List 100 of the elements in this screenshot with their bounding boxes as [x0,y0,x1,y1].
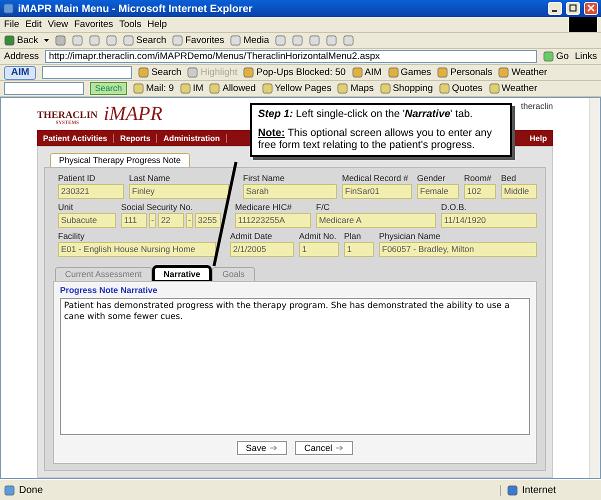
arrow-icon [336,445,344,451]
separator: - [186,213,193,228]
form-button[interactable]: Cancel [295,441,354,455]
product-logo: iMAPR [104,102,162,126]
field-label: Admit Date [230,230,274,242]
nav-item[interactable]: Help [524,134,553,142]
aim-search-field[interactable] [42,66,132,79]
field-label: Medical Record # [342,172,410,184]
toolbar-button[interactable]: Favorites [172,35,224,46]
menu-item[interactable]: Help [147,19,167,30]
aim-toolbar-button[interactable]: Games [388,67,432,78]
links-button[interactable]: Links [574,51,597,62]
toolbar-icon [488,83,500,94]
zone-text: Internet [522,484,556,496]
scrollbar[interactable] [589,98,600,478]
window-title: iMAPR Main Menu - Microsoft Internet Explorer [18,2,254,14]
toolbar-button[interactable]: Maps [337,83,374,94]
readonly-field: Finley [129,184,229,199]
toolbar-icon [352,67,363,78]
field-label: Patient ID [58,172,96,184]
toolbar-icon [209,83,220,94]
narrative-text-area[interactable]: Patient has demonstrated progress with the therapy program. She has demonstrated the ability to use a cane with some fewer cues. [60,298,530,435]
menu-item[interactable]: Favorites [74,19,114,30]
caret-icon [44,39,50,42]
maximize-button[interactable] [566,2,580,15]
field-label: Medicare HIC# [235,201,293,213]
toolbar-icon [343,35,354,46]
section-label: Progress Note Narrative [60,285,158,295]
toolbar-button[interactable]: Weather [488,83,538,94]
field-label: Room# [464,172,492,184]
go-button[interactable]: Go [543,51,569,62]
arrow-icon [270,445,278,451]
note-text: Note: This optional screen allows you to enter any free form text relating to the patient's progress. [258,126,493,152]
readonly-field: Medicare A [316,213,436,228]
nav-item[interactable]: Patient Activities [37,134,114,142]
toolbar-icon [262,83,273,94]
toolbar-icon [292,35,304,46]
field-label: F/C [316,201,331,213]
readonly-field: 3255 [194,213,222,228]
step-text: Step 1: Left single-click on the 'Narrative' tab. [258,108,474,121]
nav-item[interactable]: Administration [157,134,227,142]
toolbar-button[interactable]: Search [123,35,166,46]
readonly-field: 2/1/2005 [230,242,294,257]
readonly-field: Sarah [243,184,337,199]
readonly-field: Female [417,184,459,199]
field-label: Social Security No. [121,201,194,213]
toolbar-button[interactable]: IM [180,83,204,94]
readonly-field: E01 - English House Nursing Home [58,242,216,257]
tab[interactable]: Narrative [154,267,210,281]
readonly-field: 11/14/1920 [441,213,537,228]
back-button[interactable]: Back [4,35,38,46]
readonly-field: 22 [158,213,184,228]
address-field[interactable]: http://imapr.theraclin.com/iMAPRDemo/Menus/TheraclinHorizontalMenu2.aspx [44,50,538,63]
readonly-field: 230321 [58,184,124,199]
readonly-field: Middle [501,184,537,199]
menu-item[interactable]: Edit [25,19,42,30]
toolbar-button[interactable]: Shopping [380,83,433,94]
field-label: Gender [417,172,446,184]
search-field[interactable] [4,82,84,95]
toolbar-icon [230,35,242,46]
toolbar-button[interactable]: Allowed [209,83,256,94]
aim-toolbar-button[interactable]: AIM [352,67,382,78]
field-label: Last Name [129,172,172,184]
field-label: Facility [58,230,86,242]
toolbar-icon [438,83,450,94]
field-label: Plan [344,230,362,242]
readonly-field: 102 [464,184,496,199]
aim-toolbar-button[interactable]: Pop-Ups Blocked: 50 [243,67,346,78]
toolbar-button[interactable]: Quotes [438,83,482,94]
aim-toolbar-button[interactable]: Weather [498,67,548,78]
aim-toolbar-button[interactable]: Personals [437,67,492,78]
toolbar-icon [123,35,134,46]
nav-item[interactable]: Reports [114,134,158,142]
toolbar-icon [388,67,399,78]
readonly-field: 1 [344,242,374,257]
field-label: Physician Name [379,230,442,242]
field-label: Bed [501,172,518,184]
form-tab[interactable]: Physical Therapy Progress Note [50,153,190,167]
menu-item[interactable]: Tools [119,19,142,30]
logged-in-user: theraclin [520,101,553,111]
aim-toolbar-button[interactable]: Search [138,67,182,78]
field-label: D.O.B. [441,201,468,213]
field-label: First Name [243,172,286,184]
menu-item[interactable]: File [4,19,20,30]
form-button[interactable]: Save [236,441,288,455]
toolbar-icon [337,83,348,94]
toolbar-icon [437,67,448,78]
toolbar-button[interactable]: Mail: 9 [132,83,174,94]
toolbar-icon [380,83,391,94]
toolbar-icon [275,35,286,46]
readonly-field: F06057 - Bradley, Milton [379,242,537,257]
close-button[interactable] [584,2,598,15]
toolbar-icon [187,67,198,78]
aim-button[interactable]: AIM [4,66,36,80]
minimize-button[interactable] [548,2,562,15]
toolbar-button[interactable]: Media [230,35,270,46]
menu-item[interactable]: View [48,19,68,30]
readonly-field: 111223255A [235,213,311,228]
toolbar-icon [309,35,320,46]
toolbar-button[interactable]: Yellow Pages [262,83,332,94]
